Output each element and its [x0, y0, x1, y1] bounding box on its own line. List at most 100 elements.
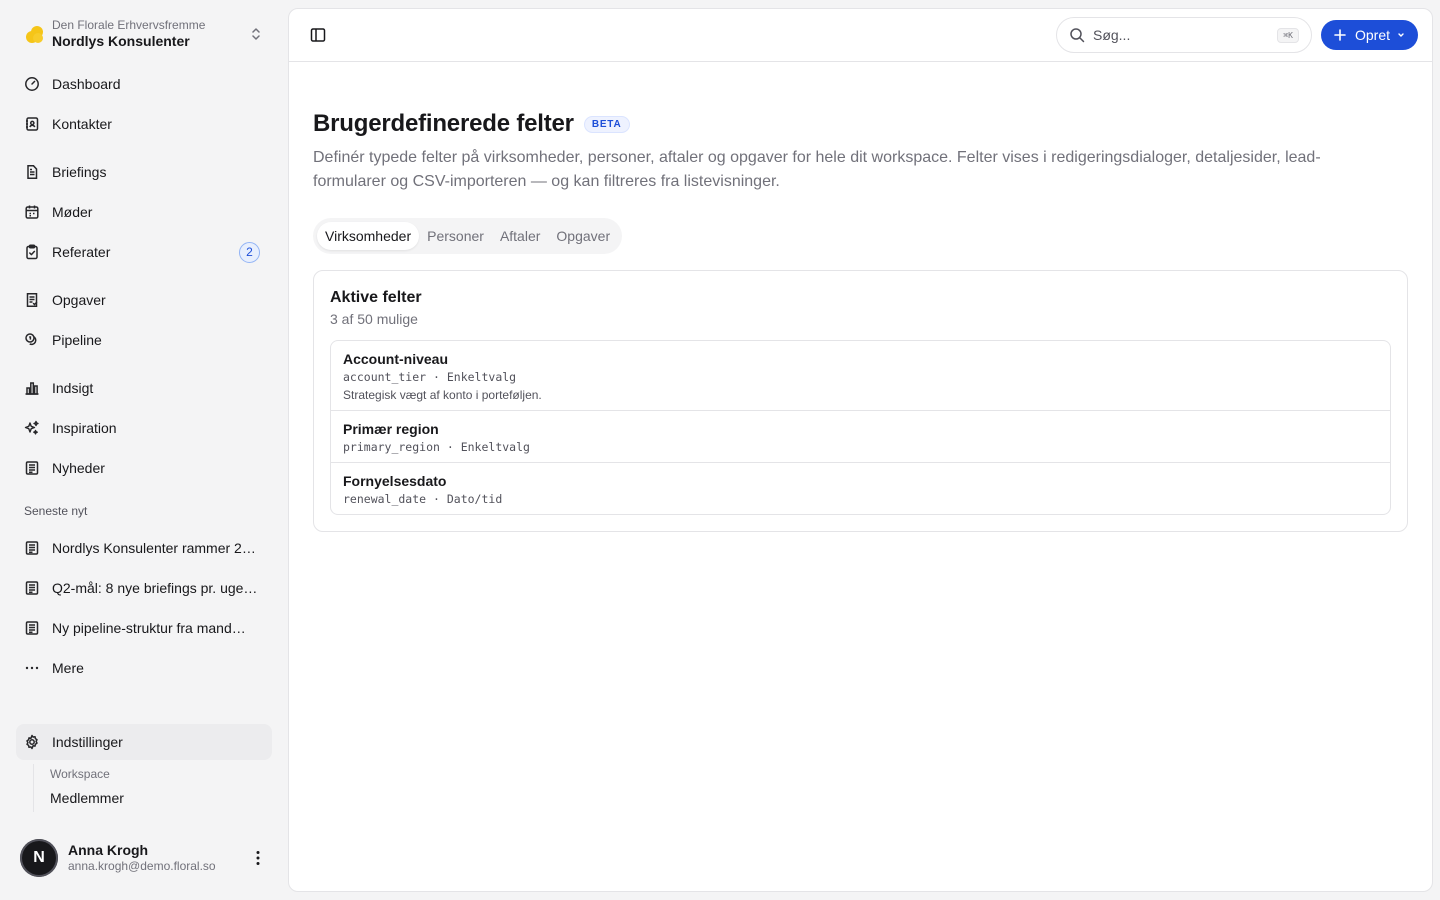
- sidebar-item-inspiration[interactable]: Inspiration: [16, 410, 272, 446]
- sidebar: Den Florale Erhvervsfremme Nordlys Konsu…: [0, 0, 288, 900]
- card-subtitle: 3 af 50 mulige: [330, 311, 418, 327]
- page-description: Definér typede felter på virksomheder, p…: [313, 149, 1321, 190]
- news-section-label: Seneste nyt: [24, 504, 88, 518]
- main-nav: Dashboard Kontakter Briefings Møder Refe…: [16, 66, 272, 490]
- news-list: Nordlys Konsulenter rammer 2… Q2-mål: 8 …: [16, 530, 272, 690]
- sidebar-item-kontakter[interactable]: Kontakter: [16, 106, 272, 142]
- active-fields-card: Aktive felter 3 af 50 mulige Account-niv…: [313, 270, 1408, 532]
- settings-section: Indstillinger Workspace Medlemmer: [16, 724, 272, 812]
- newspaper-icon: [25, 621, 39, 635]
- field-row[interactable]: Account-niveau account_tier · Enkeltvalg…: [331, 341, 1390, 411]
- user-text: Anna Krogh anna.krogh@demo.floral.so: [68, 841, 248, 875]
- search-input[interactable]: [1092, 27, 1278, 43]
- chevron-down-icon: [1398, 33, 1404, 37]
- more-horizontal-icon: [25, 666, 39, 670]
- workspace-text: Den Florale Erhvervsfremme Nordlys Konsu…: [52, 18, 248, 51]
- title-row: Brugerdefinerede felter BETA: [313, 110, 1408, 138]
- sparkles-icon: [24, 420, 39, 435]
- sidebar-item-pipeline[interactable]: Pipeline: [16, 322, 272, 358]
- sidebar-item-label: Inspiration: [52, 420, 117, 436]
- field-meta: renewal_date · Dato/tid: [343, 492, 503, 506]
- news-more-button[interactable]: Mere: [16, 650, 272, 686]
- sidebar-item-dashboard[interactable]: Dashboard: [16, 66, 272, 102]
- field-name: Account-niveau: [343, 351, 449, 367]
- settings-group-label: Workspace: [50, 767, 110, 781]
- newspaper-icon: [25, 461, 39, 475]
- sidebar-item-briefings[interactable]: Briefings: [16, 154, 272, 190]
- field-meta: account_tier · Enkeltvalg: [343, 370, 517, 384]
- field-description: Strategisk vægt af konto i porteføljen.: [343, 388, 542, 402]
- search-box[interactable]: ⌘K: [1055, 17, 1312, 53]
- card-title: Aktive felter: [330, 289, 422, 306]
- sidebar-item-indsigt[interactable]: Indsigt: [16, 370, 272, 406]
- coins-icon: [25, 333, 37, 346]
- gauge-icon: [25, 77, 39, 91]
- fields-list: Account-niveau account_tier · Enkeltvalg…: [330, 340, 1391, 515]
- sidebar-item-referater[interactable]: Referater 2: [16, 234, 272, 270]
- newspaper-icon: [25, 541, 39, 555]
- topbar: ⌘K Opret: [289, 9, 1432, 62]
- sidebar-item-label: Referater: [52, 244, 111, 260]
- bar-chart-icon: [25, 382, 39, 395]
- entity-tabs: Virksomheder Personer Aftaler Opgaver: [313, 218, 623, 254]
- main-panel: ⌘K Opret Brugerdefinerede felter BETA De…: [288, 8, 1433, 892]
- sidebar-item-nyheder[interactable]: Nyheder: [16, 450, 272, 486]
- sidebar-item-label: Opgaver: [52, 292, 106, 308]
- referater-count-badge: 2: [239, 241, 260, 263]
- page-title: Brugerdefinerede felter: [313, 110, 574, 137]
- more-vertical-icon[interactable]: [248, 848, 268, 868]
- workspace-switcher[interactable]: Den Florale Erhvervsfremme Nordlys Konsu…: [16, 8, 272, 60]
- user-profile[interactable]: N Anna Krogh anna.krogh@demo.floral.so: [16, 832, 272, 884]
- beta-badge: BETA: [583, 115, 630, 133]
- search-shortcut: ⌘K: [1277, 27, 1299, 43]
- flower-logo-icon: [24, 24, 44, 44]
- tab-aftaler[interactable]: Aftaler: [492, 222, 548, 250]
- chevron-up-down-icon: [252, 28, 260, 40]
- tab-personer[interactable]: Personer: [419, 222, 492, 250]
- sidebar-toggle-icon[interactable]: [309, 26, 327, 44]
- sidebar-item-label: Indsigt: [52, 380, 94, 396]
- settings-subnav: Workspace Medlemmer: [33, 764, 272, 812]
- create-button[interactable]: Opret: [1320, 20, 1418, 50]
- tab-opgaver[interactable]: Opgaver: [548, 222, 618, 250]
- sidebar-item-label: Pipeline: [52, 332, 102, 348]
- news-item-label: Ny pipeline-struktur fra mand…: [52, 620, 246, 636]
- sidebar-item-label: Indstillinger: [52, 734, 123, 750]
- workspace-org: Den Florale Erhvervsfremme: [52, 17, 206, 32]
- news-item-label: Q2-mål: 8 nye briefings pr. uge…: [52, 580, 258, 596]
- news-item[interactable]: Ny pipeline-struktur fra mand…: [16, 610, 272, 646]
- sidebar-item-label: Briefings: [52, 164, 107, 180]
- clipboard-check-icon: [26, 244, 38, 260]
- sidebar-item-label: Nyheder: [52, 460, 105, 476]
- news-item[interactable]: Q2-mål: 8 nye briefings pr. uge…: [16, 570, 272, 606]
- task-list-icon: [26, 293, 38, 307]
- user-name: Anna Krogh: [68, 842, 149, 859]
- avatar: N: [20, 839, 58, 877]
- field-name: Fornyelsesdato: [343, 473, 447, 489]
- tab-virksomheder[interactable]: Virksomheder: [317, 222, 420, 250]
- search-icon: [1070, 28, 1085, 43]
- sidebar-item-label: Kontakter: [52, 116, 112, 132]
- sidebar-item-label: Dashboard: [52, 76, 121, 92]
- settings-item-members[interactable]: Medlemmer: [50, 784, 272, 812]
- field-meta: primary_region · Enkeltvalg: [343, 440, 530, 454]
- news-more-label: Mere: [52, 660, 84, 676]
- sidebar-item-moder[interactable]: Møder: [16, 194, 272, 230]
- user-email: anna.krogh@demo.floral.so: [68, 859, 216, 874]
- plus-icon: [1334, 29, 1346, 41]
- sidebar-item-label: Møder: [52, 204, 93, 220]
- sidebar-item-indstillinger[interactable]: Indstillinger: [16, 724, 272, 760]
- contacts-book-icon: [26, 117, 39, 131]
- gear-icon: [26, 734, 38, 750]
- page-content: Brugerdefinerede felter BETA Definér typ…: [289, 62, 1432, 532]
- news-item[interactable]: Nordlys Konsulenter rammer 2…: [16, 530, 272, 566]
- field-row[interactable]: Primær region primary_region · Enkeltval…: [331, 411, 1390, 463]
- field-row[interactable]: Fornyelsesdato renewal_date · Dato/tid: [331, 463, 1390, 514]
- newspaper-icon: [25, 581, 39, 595]
- document-icon: [27, 165, 38, 179]
- calendar-icon: [25, 205, 39, 219]
- sidebar-item-opgaver[interactable]: Opgaver: [16, 282, 272, 318]
- create-button-label: Opret: [1354, 27, 1390, 43]
- workspace-name: Nordlys Konsulenter: [52, 32, 190, 49]
- field-name: Primær region: [343, 421, 439, 437]
